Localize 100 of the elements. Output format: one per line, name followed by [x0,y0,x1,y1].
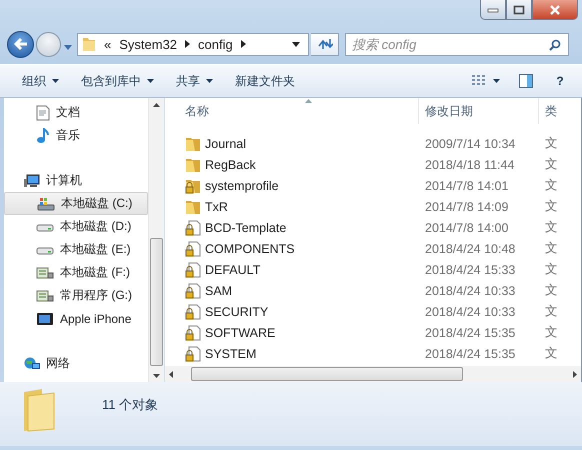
toolbar-button[interactable]: 组织 [14,70,67,92]
vertical-scrollbar[interactable] [148,98,164,382]
sidebar-item[interactable]: 计算机 [4,169,148,192]
type-cell-text: 文 [544,219,558,236]
file-name-cell[interactable]: SOFTWARE [165,324,419,340]
maximize-button[interactable] [506,0,532,20]
sidebar-item[interactable]: 本地磁盘 (C:) [4,192,148,215]
type-cell-text: 文 [544,135,558,152]
close-icon [549,4,561,14]
file-name-cell[interactable]: systemprofile [165,178,419,194]
sidebar-item[interactable]: 网络 [4,352,148,375]
preview-pane-icon [518,73,534,89]
sidebar-item[interactable]: 本地磁盘 (F:) [4,261,148,284]
minimize-button[interactable] [480,0,506,20]
chevron-icon[interactable] [240,40,246,48]
type-cell-text: 文 [544,303,558,320]
date-cell-text: 2018/4/24 10:33 [424,284,516,298]
sidebar-item[interactable]: 音乐 [4,124,148,147]
scroll-right-icon[interactable] [573,370,577,378]
type-cell-text: 文 [544,198,558,215]
sidebar-item[interactable]: 文档 [4,101,148,124]
music-note-icon [36,128,50,144]
device-icon [36,312,54,326]
file-name-cell[interactable]: SYSTEM [165,346,419,362]
caret-icon[interactable] [292,42,300,46]
folder-icon [185,198,201,214]
scroll-up-icon[interactable] [153,103,160,107]
type-cell-text: 文 [544,345,558,362]
maximize-icon [513,4,525,14]
breadcrumb[interactable]: config [198,36,233,52]
minimize-icon [487,6,499,12]
scroll-left-icon[interactable] [169,370,173,378]
locked-folder-icon [185,178,201,194]
file-name-cell[interactable]: TxR [165,198,419,214]
refresh-button[interactable] [311,32,339,56]
locked-file-icon [185,304,201,320]
search-field[interactable]: 搜索 config [345,32,569,56]
type-cell-text: 文 [544,240,558,257]
drive-icon [36,288,54,302]
back-arrow-icon [12,37,28,51]
folder-icon [185,156,201,172]
close-button[interactable] [532,0,578,20]
scrollbar-thumb[interactable] [150,238,163,366]
date-cell-text: 2018/4/24 15:35 [424,346,516,360]
item-count: 11 个对象 [102,396,158,414]
file-name-cell[interactable]: Journal [165,136,419,152]
date-cell-text: 2018/4/24 10:48 [424,242,516,256]
sidebar-item[interactable]: 常用程序 (G:) [4,284,148,307]
folder-icon [22,388,56,432]
sort-arrow-icon [305,99,312,103]
document-icon [36,104,50,120]
date-cell-text: 2018/4/24 15:33 [424,262,516,276]
sidebar-item[interactable]: Apple iPhone [4,307,148,330]
locked-file-icon [185,240,201,256]
folder-icon [185,136,201,152]
date-cell-text: 2018/4/24 10:33 [424,304,516,318]
locked-file-icon [185,282,201,298]
date-cell-text: 2018/4/24 15:35 [424,326,516,340]
locked-file-icon [185,220,201,236]
sidebar-item[interactable]: 本地磁盘 (D:) [4,215,148,238]
horizontal-scrollbar[interactable] [165,366,581,382]
locked-file-icon [185,262,201,278]
file-name-cell[interactable]: COMPONENTS [165,240,419,256]
toolbar-button[interactable]: 新建文件夹 [227,70,303,92]
locked-file-icon [185,324,201,340]
toolbar-button[interactable]: 包含到库中 [73,70,162,92]
type-cell-text: 文 [544,156,558,173]
back-button[interactable] [7,30,34,58]
column-header[interactable]: 修改日期 [419,98,539,124]
type-cell-text: 文 [544,261,558,278]
refresh-icon [316,38,332,50]
drive-icon [37,196,55,210]
help-button[interactable]: ? [550,71,570,91]
overflow-chevron[interactable]: « [104,36,112,52]
date-cell-text: 2014/7/8 14:09 [424,200,510,214]
type-cell-text: 文 [544,282,558,299]
scroll-down-icon[interactable] [153,374,160,378]
locked-file-icon [185,346,201,362]
date-cell-text: 2018/4/18 11:44 [424,158,516,172]
breadcrumb[interactable]: System32 [119,36,178,52]
caret-icon [493,79,500,83]
scrollbar-thumb[interactable] [191,367,463,381]
file-name-cell[interactable]: DEFAULT [165,262,419,278]
chevron-icon[interactable] [185,40,190,48]
type-cell-text: 文 [544,324,558,341]
drive-icon [36,266,54,280]
file-name-cell[interactable]: BCD-Template [165,220,419,236]
file-name-cell[interactable]: SECURITY [165,304,419,320]
network-icon [24,356,40,370]
toolbar-button[interactable]: 共享 [168,70,221,92]
date-cell-text: 2014/7/8 14:01 [424,178,510,192]
computer-icon [24,174,40,188]
address-bar[interactable]: « System32 config [77,32,309,56]
folder-icon [82,36,96,52]
type-cell-text: 文 [544,177,558,194]
file-name-cell[interactable]: SAM [165,282,419,298]
search-icon[interactable] [549,38,561,50]
file-name-cell[interactable]: RegBack [165,156,419,172]
column-header[interactable]: 类 [539,98,557,124]
sidebar-item[interactable]: 本地磁盘 (E:) [4,238,148,261]
